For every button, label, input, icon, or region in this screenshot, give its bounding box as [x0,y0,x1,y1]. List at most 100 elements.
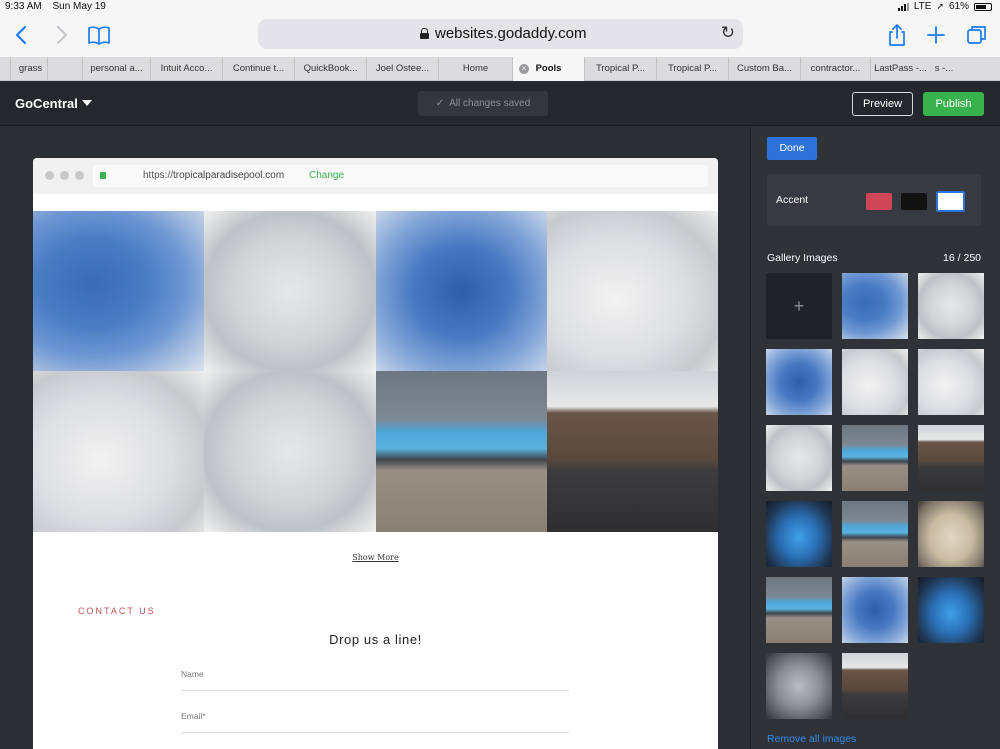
name-field[interactable]: Name [181,669,569,691]
browser-tab[interactable]: Tropical P... [584,57,656,81]
browser-tab-active[interactable]: × Pools [512,57,584,81]
photo-gallery [33,211,718,532]
browser-tab[interactable]: Custom Ba... [728,57,800,81]
add-image-button[interactable]: + [766,273,832,339]
preview-url-bar: https://tropicalparadisepool.com Change [93,165,708,187]
battery-label: 61% [948,1,969,12]
browser-tab[interactable]: Tropical P... [656,57,728,81]
browser-tab[interactable]: Continue t... [222,57,294,81]
gallery-thumbnail[interactable] [842,349,908,415]
lock-icon [100,172,106,179]
browser-tab[interactable]: grass [10,57,47,81]
tabs-icon[interactable] [963,22,989,48]
location-icon: ➚ [936,1,944,11]
check-icon: ✓ [435,98,445,109]
share-icon[interactable] [884,22,910,48]
gallery-thumbnail[interactable] [918,501,984,567]
contact-section-label: CONTACT US [78,606,156,616]
gallery-images-header: Gallery Images 16 / 250 [767,252,981,264]
close-tab-icon[interactable]: × [519,64,529,74]
gallery-thumbnail[interactable] [918,425,984,491]
browser-tab[interactable]: s -... [930,57,958,81]
tab-label: contractor... [810,63,861,74]
accent-swatch-white[interactable] [936,191,965,212]
tab-label: personal a... [90,63,143,74]
gallery-image[interactable] [546,211,718,371]
signal-icon [897,2,909,11]
gallery-thumbnail[interactable] [842,501,908,567]
url-prefix: https:// [143,170,174,181]
gallery-thumbnails: + [766,273,984,719]
browser-tab[interactable]: Intuit Acco... [150,57,222,81]
reload-icon[interactable]: ↻ [721,23,735,43]
browser-tab[interactable]: Home [438,57,512,81]
done-button[interactable]: Done [767,137,817,160]
save-status: ✓ All changes saved [418,91,548,116]
tab-label: Tropical P... [667,63,718,74]
forward-chevron-icon[interactable] [48,22,74,48]
gallery-thumbnail[interactable] [842,273,908,339]
address-text: websites.godaddy.com [435,25,587,42]
lock-icon [420,28,429,39]
preview-button[interactable]: Preview [852,92,913,116]
browser-tab[interactable]: contractor... [800,57,870,81]
site-preview[interactable]: https://tropicalparadisepool.com Change … [33,158,718,749]
gallery-thumbnail[interactable] [842,653,908,719]
tab-label: Pools [535,63,562,74]
gallery-thumbnail[interactable] [918,577,984,643]
gallery-thumbnail[interactable] [766,653,832,719]
battery-icon [974,2,992,11]
gallery-count: 16 / 250 [943,252,981,264]
gallery-image[interactable] [375,211,547,371]
gallery-thumbnail[interactable] [842,577,908,643]
status-time: 9:33 AM [5,1,42,12]
tab-label: Custom Ba... [737,63,792,74]
browser-tab-strip: grass personal a... Intuit Acco... Conti… [0,57,1000,81]
gallery-thumbnail[interactable] [766,425,832,491]
gallery-thumbnail[interactable] [918,349,984,415]
accent-swatch-red[interactable] [866,193,892,210]
gallery-image[interactable] [204,211,376,371]
gallery-image[interactable] [204,371,376,532]
tab-label: s -... [934,63,954,74]
browser-tab[interactable]: QuickBook... [294,57,366,81]
address-bar[interactable]: websites.godaddy.com ↻ [258,19,743,49]
bookmarks-book-icon[interactable] [86,22,112,48]
contact-title: Drop us a line! [329,632,422,647]
publish-button[interactable]: Publish [923,92,984,116]
show-more-link[interactable]: Show More [33,553,718,562]
gallery-thumbnail[interactable] [842,425,908,491]
gallery-thumbnail[interactable] [918,273,984,339]
gallery-thumbnail[interactable] [766,501,832,567]
gallery-images-title: Gallery Images [767,252,838,264]
browser-tab[interactable]: Joel Ostee... [366,57,438,81]
gallery-image[interactable] [33,371,205,532]
change-domain-link[interactable]: Change [309,165,344,187]
tab-label: Home [462,63,489,74]
brand-menu[interactable]: GoCentral [15,96,78,111]
tab-label: QuickBook... [303,63,358,74]
plus-icon: + [793,296,805,316]
gallery-thumbnail[interactable] [766,577,832,643]
save-status-text: All changes saved [449,98,531,109]
tab-label: Continue t... [232,63,285,74]
gallery-thumbnail[interactable] [766,349,832,415]
browser-tab[interactable]: personal a... [82,57,150,81]
accent-swatch-black[interactable] [901,193,927,210]
back-chevron-icon[interactable] [9,22,35,48]
accent-label: Accent [776,194,809,206]
browser-tab[interactable] [47,57,85,81]
browser-tab[interactable]: LastPass -... [870,57,930,81]
window-dots-icon [45,171,84,180]
gallery-image[interactable] [33,211,205,371]
remove-all-images-link[interactable]: Remove all images [767,733,856,745]
browser-toolbar: websites.godaddy.com ↻ [0,14,1000,57]
caret-down-icon[interactable] [82,100,92,106]
gallery-image[interactable] [546,371,718,532]
tab-label: Intuit Acco... [160,63,213,74]
new-tab-plus-icon[interactable] [923,22,949,48]
email-field[interactable]: Email* [181,711,569,733]
editor-topbar: GoCentral ✓ All changes saved Preview Pub… [0,82,1000,126]
tab-label: grass [18,63,43,74]
gallery-image[interactable] [375,371,547,532]
